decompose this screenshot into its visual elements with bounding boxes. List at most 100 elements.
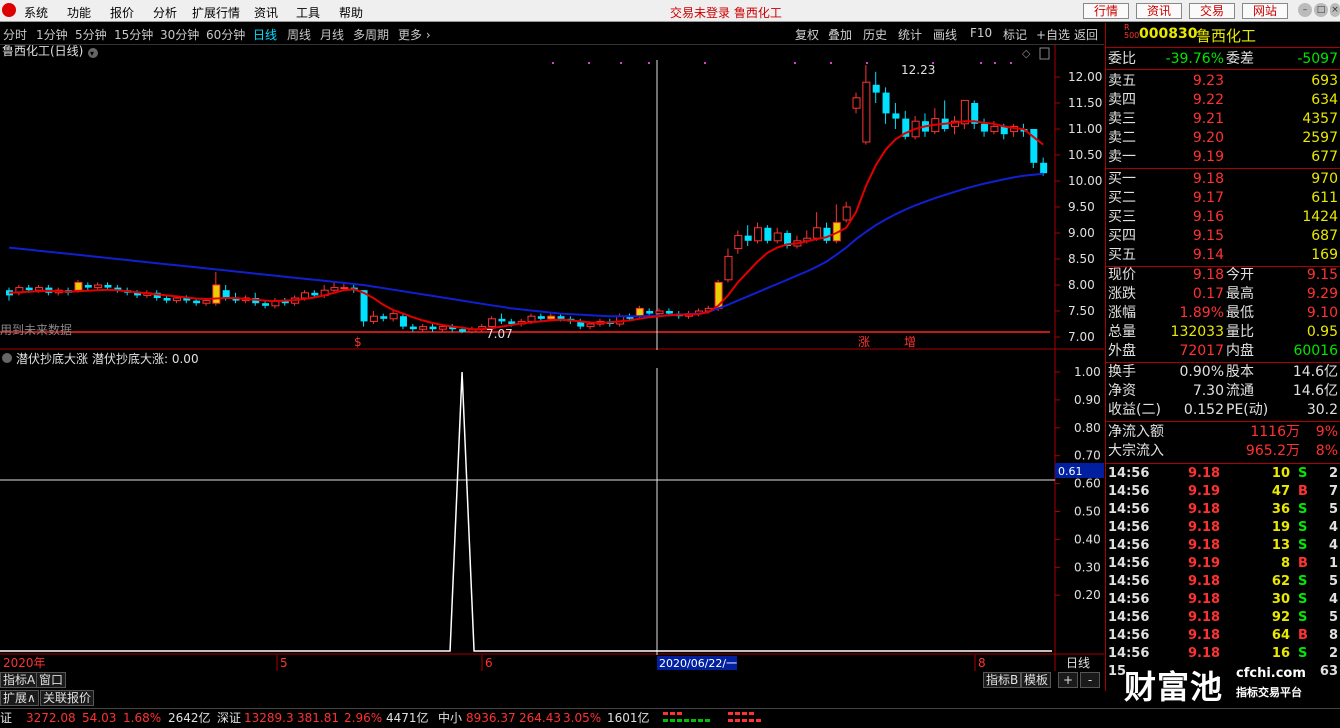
candle-body: [892, 113, 900, 119]
stat-value: 9.15: [1306, 267, 1338, 283]
period-timeshare[interactable]: 分时: [3, 26, 27, 43]
ask-volume: 693: [1311, 73, 1338, 89]
menu-ext-quote[interactable]: 扩展行情: [192, 4, 240, 21]
period-more[interactable]: 更多 ›: [398, 26, 431, 43]
tool-draw[interactable]: 画线: [933, 26, 957, 43]
chart-title: 鲁西化工(日线): [2, 45, 83, 58]
period-multi[interactable]: 多周期: [353, 26, 389, 43]
stat-row: 涨跌 0.17 最高 9.29: [1108, 285, 1340, 303]
candle-body: [813, 227, 822, 239]
signal-dot: [620, 62, 622, 64]
menu-system[interactable]: 系统: [24, 4, 48, 21]
zoom-out-button[interactable]: -: [1080, 672, 1100, 688]
fin-row: 收益(二) 0.152 PE(动) 30.2: [1108, 401, 1340, 419]
indicator-menu-icon[interactable]: [2, 353, 12, 363]
sme-index-name[interactable]: 中小: [438, 709, 462, 728]
bid-volume: 687: [1311, 228, 1338, 244]
period-15min[interactable]: 15分钟: [114, 26, 153, 43]
tick-side: S: [1298, 466, 1308, 481]
menu-tools[interactable]: 工具: [296, 4, 320, 21]
tool-stats[interactable]: 统计: [898, 26, 922, 43]
maximize-icon[interactable]: □: [1314, 3, 1328, 17]
tick-side: S: [1298, 502, 1308, 517]
candle-body: [586, 323, 595, 328]
sh-index-name[interactable]: 证: [0, 709, 12, 728]
bid-label: 买三: [1108, 209, 1136, 225]
tick-count: 4: [1328, 538, 1338, 553]
sh-index-amount: 2642亿: [168, 711, 211, 725]
signal-dot: [552, 62, 554, 64]
period-monthly[interactable]: 月线: [320, 26, 344, 43]
trade-button[interactable]: 交易: [1189, 3, 1235, 19]
indicator-chart[interactable]: 1.00 0.90 0.80 0.70 0.60 0.50 0.40 0.30 0.20 0.6…: [0, 350, 1104, 655]
signal-marker-increase: 增: [904, 335, 916, 349]
bid-label: 买二: [1108, 190, 1136, 206]
sme-index-change: 264.43: [519, 711, 561, 725]
chevron-down-icon: ▾: [90, 49, 94, 58]
ask-volume: 634: [1311, 92, 1338, 108]
sz-index-amount: 4471亿: [386, 711, 429, 725]
tab-window[interactable]: 窗口: [36, 672, 67, 688]
flow-label: 净流入额: [1108, 424, 1164, 440]
zoom-in-button[interactable]: +: [1058, 672, 1078, 688]
flow-value: 965.2万: [1245, 443, 1300, 459]
watermark-tag: 指标交易平台: [1236, 686, 1302, 699]
info-button[interactable]: 资讯: [1136, 3, 1182, 19]
tab-indicator-b[interactable]: 指标B: [983, 672, 1022, 688]
tab-related-quote[interactable]: 关联报价: [40, 690, 95, 706]
stock-code: 000830: [1139, 26, 1198, 42]
stat-label: 内盘: [1226, 343, 1254, 359]
tool-adjust[interactable]: 复权: [795, 26, 819, 43]
ask-volume: 677: [1311, 149, 1338, 165]
candle-body: [635, 307, 644, 317]
tick-side: B: [1298, 556, 1308, 571]
menu-quote[interactable]: 报价: [110, 4, 134, 21]
tool-overlay[interactable]: 叠加: [828, 26, 852, 43]
stat-value: 9.29: [1306, 286, 1338, 302]
close-icon[interactable]: ×: [1330, 3, 1340, 17]
candle-body: [84, 285, 92, 288]
bid-price: 9.14: [1192, 247, 1224, 263]
indicator-tick-label: 0.80: [1074, 421, 1101, 435]
signal-dot: [994, 62, 996, 64]
tab-template[interactable]: 模板: [1021, 672, 1052, 688]
ask-price: 9.20: [1192, 130, 1224, 146]
period-daily[interactable]: 日线: [253, 26, 277, 43]
tick-side: B: [1298, 484, 1308, 499]
candle-body: [330, 287, 339, 291]
tool-f10[interactable]: F10: [970, 26, 992, 40]
stat-value: 9.18: [1192, 267, 1224, 283]
tool-add-favorite[interactable]: +自选: [1036, 26, 1070, 43]
menu-analysis[interactable]: 分析: [153, 4, 177, 21]
candlestick-chart[interactable]: 12.00 11.50 11.00 10.50 10.00 9.50 9.00 8.50 8.0…: [0, 45, 1104, 350]
candle-body: [104, 285, 112, 288]
bid-price: 9.15: [1192, 228, 1224, 244]
tab-extend[interactable]: 扩展∧: [0, 690, 39, 706]
tick-count: 5: [1328, 574, 1338, 589]
tab-indicator-a[interactable]: 指标A: [0, 672, 39, 688]
website-button[interactable]: 网站: [1242, 3, 1288, 19]
sz-index-name[interactable]: 深证: [217, 709, 241, 728]
diamond-icon[interactable]: ◇: [1022, 47, 1031, 60]
candle-body: [498, 318, 506, 322]
fin-label: 净资: [1108, 383, 1136, 399]
period-60min[interactable]: 60分钟: [206, 26, 245, 43]
ask-label: 卖五: [1108, 73, 1136, 89]
tool-mark[interactable]: 标记: [1003, 26, 1027, 43]
tool-history[interactable]: 历史: [863, 26, 887, 43]
menu-help[interactable]: 帮助: [339, 4, 363, 21]
tick-volume: 19: [1271, 520, 1290, 535]
quote-button[interactable]: 行情: [1083, 3, 1129, 19]
minimize-icon[interactable]: –: [1298, 3, 1312, 17]
tool-back[interactable]: 返回: [1074, 26, 1098, 43]
watermark: 财富池 cfchi.com 指标交易平台: [1108, 660, 1340, 708]
period-weekly[interactable]: 周线: [287, 26, 311, 43]
period-30min[interactable]: 30分钟: [160, 26, 199, 43]
period-1min[interactable]: 1分钟: [36, 26, 68, 43]
menu-info[interactable]: 资讯: [254, 4, 278, 21]
bid-row: 买四 9.15 687: [1108, 227, 1340, 245]
menu-function[interactable]: 功能: [67, 4, 91, 21]
ask-label: 卖一: [1108, 149, 1136, 165]
period-5min[interactable]: 5分钟: [75, 26, 107, 43]
weibi-row: 委比 -39.76% 委差 -5097: [1108, 50, 1340, 68]
